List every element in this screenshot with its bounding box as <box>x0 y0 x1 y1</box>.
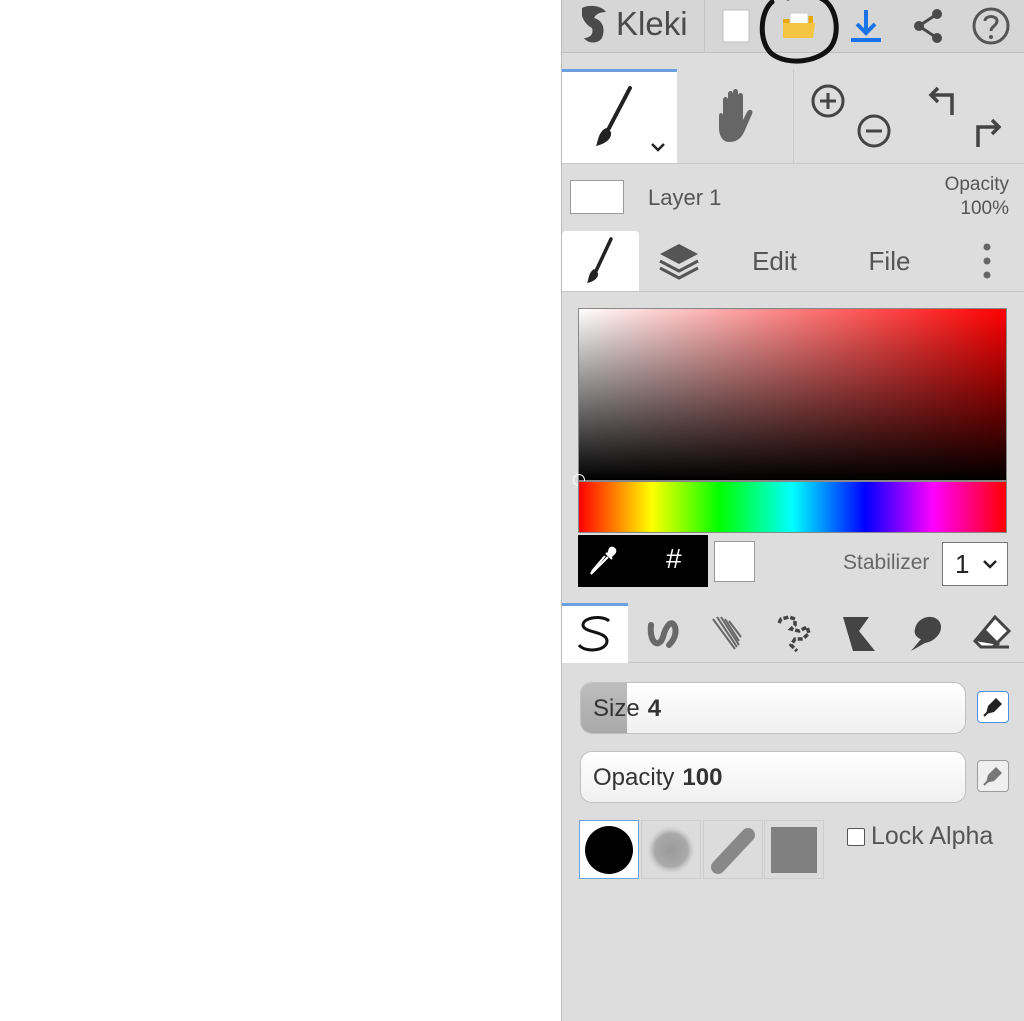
sketchy-brush-icon <box>712 616 742 650</box>
layer-thumbnail <box>570 180 624 214</box>
more-vertical-icon <box>983 243 991 279</box>
layer-opacity-label: Opacity <box>944 174 1009 195</box>
brush-icon <box>586 237 613 283</box>
opacity-value: 100 <box>682 764 723 791</box>
chevron-down-icon <box>983 560 997 569</box>
layers-icon <box>659 244 699 280</box>
hex-input-button[interactable]: # <box>666 543 682 575</box>
size-pressure-toggle[interactable] <box>977 691 1009 723</box>
pixel-brush-icon <box>777 615 812 653</box>
panel-tabs: Edit File <box>562 231 1024 292</box>
square-shape-icon <box>771 826 817 873</box>
lock-alpha-checkbox[interactable]: Lock Alpha <box>847 822 993 851</box>
eraser-icon <box>972 614 1011 649</box>
stabilizer-value: 1 <box>955 548 970 579</box>
chemy-brush-tab[interactable] <box>826 603 892 663</box>
brush-tool-button[interactable] <box>562 69 677 163</box>
pixel-brush-tab[interactable] <box>760 603 826 663</box>
layer-row[interactable]: Layer 1 Opacity 100% <box>562 165 1024 230</box>
more-menu-button[interactable] <box>962 231 1012 291</box>
sidebar: Kleki Layer 1 Opacity 100% Edit File # S… <box>561 0 1024 1021</box>
pen-pressure-icon <box>983 698 1002 717</box>
checkbox-box[interactable] <box>847 827 865 846</box>
layer-opacity: Opacity 100% <box>945 173 1009 221</box>
tab-edit[interactable]: Edit <box>727 231 822 291</box>
app-name: Kleki <box>616 5 688 42</box>
kleki-logo[interactable]: Kleki <box>576 2 688 46</box>
blend-brush-tab[interactable] <box>628 603 694 663</box>
hue-slider[interactable] <box>578 481 1007 533</box>
brush-tool-icon <box>596 86 632 146</box>
download-icon[interactable] <box>844 4 888 48</box>
smudge-brush-icon <box>911 616 942 651</box>
pen-brush-tab[interactable] <box>562 603 628 663</box>
picker-tools: # <box>578 535 708 587</box>
pen-brush-icon <box>577 615 611 651</box>
size-label: Size <box>593 695 640 722</box>
eraser-tab[interactable] <box>958 603 1024 663</box>
brush-type-tabs <box>562 603 1024 663</box>
chevron-down-icon <box>651 143 665 152</box>
opacity-label: Opacity <box>593 764 675 791</box>
tools-row <box>562 69 1024 164</box>
square-shape-button[interactable] <box>764 820 824 879</box>
layer-opacity-value: 100% <box>960 198 1009 219</box>
opacity-pressure-toggle[interactable] <box>977 760 1009 792</box>
help-icon[interactable] <box>969 4 1013 48</box>
size-slider-text: Size 4 <box>593 695 661 723</box>
sketchy-brush-tab[interactable] <box>694 603 760 663</box>
history-buttons <box>912 69 1024 163</box>
current-color-swatch[interactable] <box>714 541 755 582</box>
saturation-value-picker[interactable] <box>573 308 1007 486</box>
divider <box>704 0 705 53</box>
soft-shape-button[interactable] <box>641 820 701 879</box>
chemy-brush-icon <box>843 617 875 651</box>
zoom-buttons <box>802 69 902 163</box>
hand-tool-icon <box>719 89 753 142</box>
layer-name: Layer 1 <box>648 185 722 210</box>
stabilizer-label: Stabilizer <box>843 551 930 574</box>
round-shape-button[interactable] <box>579 820 639 879</box>
circle-shape-icon <box>585 825 633 874</box>
size-value: 4 <box>647 695 662 722</box>
circle-annotation <box>759 0 839 64</box>
share-icon[interactable] <box>906 4 950 48</box>
blend-brush-icon <box>647 620 679 648</box>
tab-file[interactable]: File <box>842 231 937 291</box>
tab-brush[interactable] <box>562 231 639 291</box>
undo-icon[interactable] <box>926 83 962 119</box>
size-slider[interactable]: Size 4 <box>580 682 966 734</box>
top-toolbar: Kleki <box>562 0 1024 64</box>
zoom-in-icon[interactable] <box>810 83 846 119</box>
chisel-shape-button[interactable] <box>703 820 763 879</box>
zoom-out-icon[interactable] <box>856 113 892 149</box>
opacity-slider[interactable]: Opacity 100 <box>580 751 966 803</box>
opacity-slider-text: Opacity 100 <box>593 764 722 792</box>
divider <box>793 69 794 163</box>
chisel-shape-icon <box>711 827 755 874</box>
hand-tool-button[interactable] <box>677 69 793 163</box>
tab-layers[interactable] <box>642 231 716 291</box>
pen-pressure-icon <box>983 767 1002 786</box>
lock-alpha-label: Lock Alpha <box>871 822 994 850</box>
smudge-brush-tab[interactable] <box>892 603 958 663</box>
kleki-logo-icon <box>582 5 606 43</box>
redo-icon[interactable] <box>970 113 1006 149</box>
drawing-canvas[interactable] <box>0 0 561 1021</box>
soft-circle-icon <box>647 825 695 874</box>
eyedropper-icon[interactable] <box>584 541 624 581</box>
stabilizer-select[interactable]: 1 <box>942 542 1008 586</box>
